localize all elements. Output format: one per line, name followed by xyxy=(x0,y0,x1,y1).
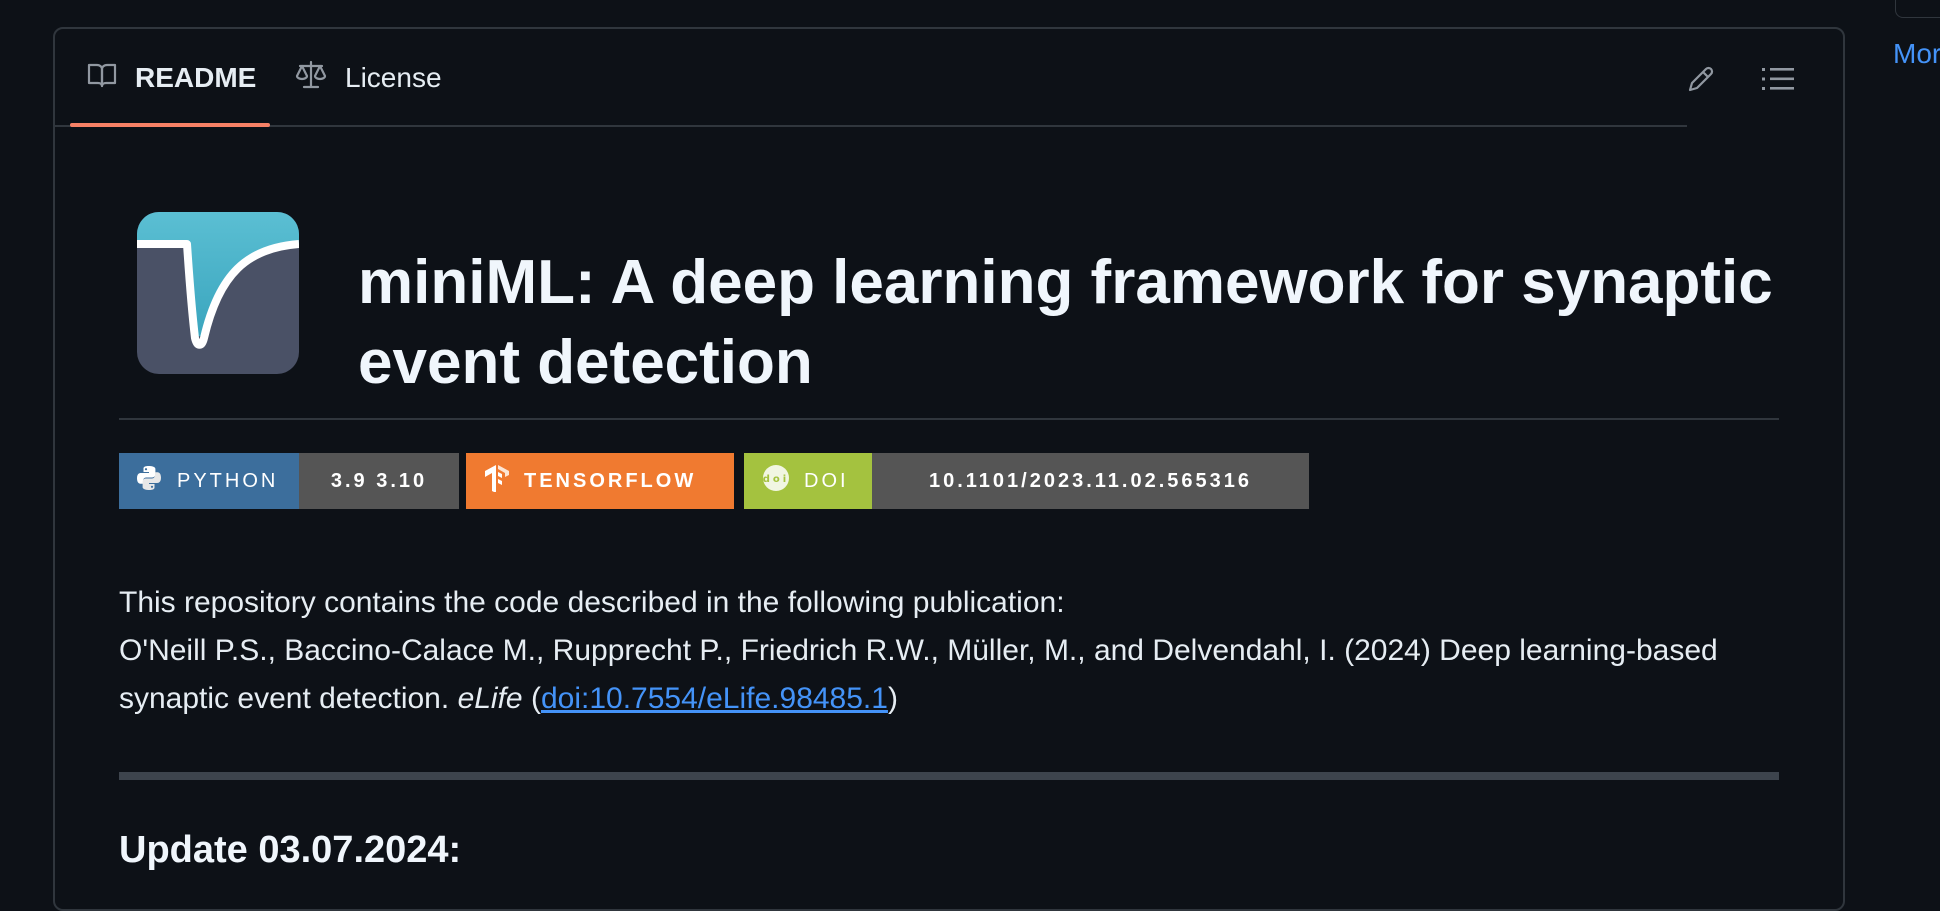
python-badge-value: 3.9 3.10 xyxy=(330,469,428,492)
sidebar-more-link[interactable]: Mor xyxy=(1893,38,1940,70)
tab-bar: README License xyxy=(55,29,1843,127)
tab-selected-indicator xyxy=(70,123,270,127)
readme-panel: README License miniML: A deep learning f… xyxy=(53,27,1845,911)
readme-title: miniML: A deep learning framework for sy… xyxy=(358,248,1773,397)
python-icon xyxy=(135,464,177,498)
tab-license[interactable]: License xyxy=(295,29,442,127)
doi-badge-label: DOI xyxy=(804,469,849,492)
title-divider xyxy=(119,418,1779,420)
citation-text: O'Neill P.S., Baccino-Calace M., Rupprec… xyxy=(119,634,1718,715)
close-paren: ) xyxy=(887,682,898,715)
sidebar-box xyxy=(1895,0,1940,18)
book-icon xyxy=(87,62,135,95)
tab-readme[interactable]: README xyxy=(71,29,272,127)
edit-button[interactable] xyxy=(1683,63,1719,99)
scale-icon xyxy=(295,60,345,97)
pencil-icon xyxy=(1686,64,1716,99)
python-badge[interactable]: PYTHON 3.9 3.10 xyxy=(119,453,459,509)
svg-text:doi: doi xyxy=(763,474,789,485)
tensorflow-icon xyxy=(484,464,524,498)
intro-line: This repository contains the code descri… xyxy=(119,586,1065,619)
open-paren: ( xyxy=(530,682,541,715)
publication-paragraph: This repository contains the code descri… xyxy=(119,579,1789,723)
tab-readme-label: README xyxy=(135,62,257,93)
outline-button[interactable] xyxy=(1760,63,1796,99)
doi-icon: doi xyxy=(762,464,804,498)
doi-badge[interactable]: doi DOI 10.1101/2023.11.02.565316 xyxy=(744,453,1309,509)
tensorflow-badge-label: TENSORFLOW xyxy=(524,469,697,492)
python-badge-label: PYTHON xyxy=(177,469,279,492)
update-heading: Update 03.07.2024: xyxy=(119,829,462,871)
journal-name: eLife xyxy=(457,682,523,715)
section-divider xyxy=(119,772,1779,780)
tab-license-label: License xyxy=(345,62,442,93)
miniml-logo xyxy=(137,212,299,374)
tab-divider xyxy=(55,125,1687,127)
doi-badge-value: 10.1101/2023.11.02.565316 xyxy=(928,469,1253,492)
list-icon xyxy=(1762,65,1794,98)
doi-link[interactable]: doi:10.7554/eLife.98485.1 xyxy=(541,682,888,715)
tensorflow-badge[interactable]: TENSORFLOW xyxy=(466,453,734,509)
